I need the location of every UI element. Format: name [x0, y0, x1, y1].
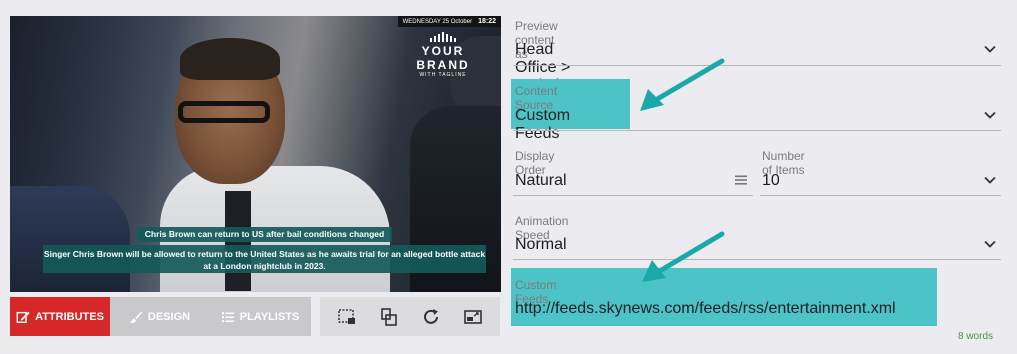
news-headline: Chris Brown can return to US after bail … — [137, 227, 392, 242]
preview-tools — [320, 297, 500, 336]
news-summary: Singer Chris Brown will be allowed to re… — [43, 245, 486, 273]
number-of-items-underline — [760, 195, 1001, 196]
animation-speed-underline — [513, 259, 1001, 260]
preview-photo-hair — [180, 38, 280, 80]
tab-attributes-label: ATTRIBUTES — [35, 310, 104, 323]
layers-icon[interactable] — [377, 305, 401, 329]
tab-playlists[interactable]: PLAYLISTS — [209, 297, 311, 336]
preview-date-bar: WEDNESDAY 25 October 18:22 — [397, 16, 501, 27]
tab-design[interactable]: DESIGN — [110, 297, 209, 336]
paintbrush-icon — [129, 310, 143, 323]
brand-mark-icon — [395, 32, 491, 44]
drag-handle-icon — [735, 175, 747, 185]
chevron-down-icon — [984, 111, 996, 119]
tab-playlists-label: PLAYLISTS — [239, 310, 300, 323]
word-count: 8 words — [958, 331, 994, 342]
select-region-icon[interactable] — [335, 305, 359, 329]
refresh-icon[interactable] — [419, 305, 443, 329]
custom-feeds-value: http://feeds.skynews.com/feeds/rss/enter… — [515, 300, 896, 317]
chevron-down-icon — [984, 176, 996, 184]
annotation-arrow-icon — [640, 58, 725, 111]
animation-speed-value: Normal — [515, 236, 567, 253]
preview-photo-figure-left — [10, 186, 130, 292]
brand-logo: YOUR BRAND WITH TAGLINE — [395, 32, 491, 78]
content-source-underline — [513, 130, 1001, 131]
preview-time: 18:22 — [478, 18, 496, 25]
preview-as-underline — [513, 65, 1001, 66]
chevron-down-icon — [984, 45, 996, 53]
resize-screen-icon[interactable] — [461, 305, 485, 329]
preview-date: WEDNESDAY 25 October — [402, 18, 473, 25]
chevron-down-icon — [984, 240, 996, 248]
brand-name: YOUR BRAND — [416, 44, 470, 72]
display-order-underline — [513, 195, 753, 196]
editor-window: WEDNESDAY 25 October 18:22 YOUR BRAND WI… — [0, 0, 1017, 354]
brand-tagline: WITH TAGLINE — [419, 72, 467, 78]
preview-photo-glasses — [178, 101, 270, 123]
edit-icon — [16, 311, 30, 323]
content-source-value: Custom Feeds — [515, 107, 571, 142]
list-icon — [221, 311, 234, 322]
editor-tabs: ATTRIBUTES DESIGN PLAYLISTS — [10, 297, 311, 336]
annotation-arrow-icon — [642, 231, 725, 282]
display-order-value: Natural — [515, 172, 567, 189]
tab-design-label: DESIGN — [147, 310, 191, 323]
content-preview: WEDNESDAY 25 October 18:22 YOUR BRAND WI… — [10, 16, 501, 292]
number-of-items-value: 10 — [762, 172, 780, 189]
tab-attributes[interactable]: ATTRIBUTES — [10, 297, 110, 336]
